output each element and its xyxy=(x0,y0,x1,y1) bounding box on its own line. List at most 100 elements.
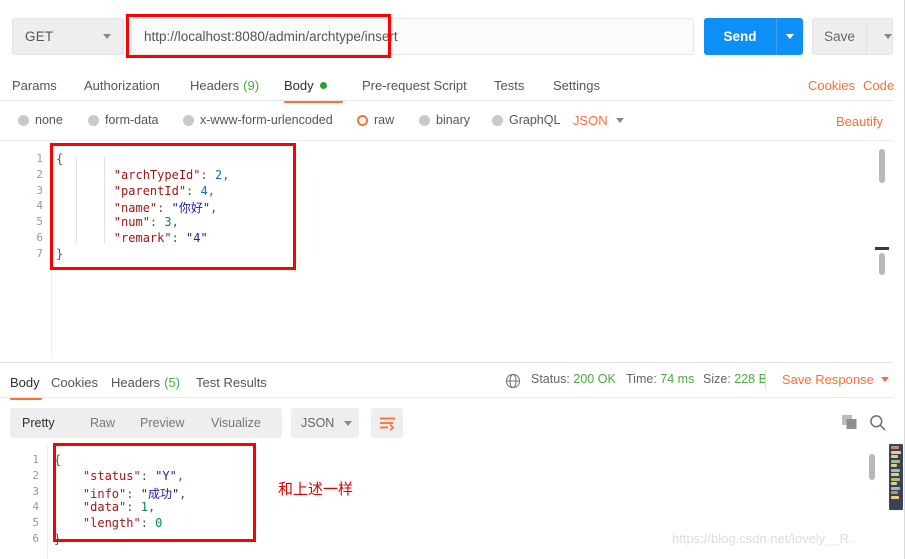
request-url-row: GET http://localhost:8080/admin/archtype… xyxy=(0,0,905,71)
request-code-area[interactable]: { "archTypeId": 2, "parentId": 4, "name"… xyxy=(56,141,893,358)
response-editor-scrollbar[interactable] xyxy=(869,454,875,480)
tab-label: Test Results xyxy=(196,374,267,390)
tab-label: Pretty xyxy=(22,416,55,430)
status-value: 200 OK xyxy=(573,372,616,386)
response-tab-body[interactable]: Body xyxy=(10,366,42,400)
raw-format-label: JSON xyxy=(573,112,608,128)
radio-selected-icon xyxy=(357,114,368,126)
annotation-note: 和上述一样 xyxy=(278,480,354,498)
body-type-row: none form-data x-www-form-urlencoded raw… xyxy=(0,105,905,135)
response-divider xyxy=(0,362,893,363)
line-number: 6 xyxy=(36,231,43,244)
size-badge: Size: 228 B xyxy=(703,372,767,386)
tab-headers[interactable]: Headers (9) xyxy=(190,69,259,101)
status-badge: Status: 200 OK xyxy=(531,372,616,386)
search-button[interactable] xyxy=(869,414,887,437)
headers-count: (9) xyxy=(243,77,260,93)
tab-settings[interactable]: Settings xyxy=(553,69,600,101)
line-number: 3 xyxy=(36,183,43,197)
editor-split-handle[interactable] xyxy=(875,247,889,250)
request-url-text: http://localhost:8080/admin/archtype/ins… xyxy=(144,29,398,44)
body-type-graphql[interactable]: GraphQL xyxy=(492,105,560,135)
globe-icon xyxy=(505,373,521,389)
tabs-divider xyxy=(0,100,893,101)
line-number: 4 xyxy=(36,199,43,213)
request-editor-scrollbar[interactable] xyxy=(879,149,885,183)
line-number: 1 xyxy=(32,453,39,466)
request-editor-scrollbar-lower[interactable] xyxy=(879,253,885,275)
copy-icon xyxy=(842,415,857,429)
response-tab-cookies[interactable]: Cookies xyxy=(51,366,98,398)
line-number: 4 xyxy=(32,500,39,514)
view-tab-raw[interactable]: Raw xyxy=(90,408,115,438)
code-line: } xyxy=(56,246,64,261)
save-options-button[interactable] xyxy=(866,18,893,55)
code-link[interactable]: Code xyxy=(863,69,894,101)
line-number: 2 xyxy=(36,167,43,181)
wrap-lines-icon xyxy=(379,417,395,431)
send-options-button[interactable] xyxy=(776,18,803,55)
line-number: 6 xyxy=(32,532,39,545)
body-type-form-data[interactable]: form-data xyxy=(88,105,159,135)
tab-pre-request-script[interactable]: Pre-request Script xyxy=(362,69,467,101)
response-minimap[interactable] xyxy=(889,444,903,510)
code-line: "archTypeId": 2, xyxy=(113,167,230,182)
tab-label: Raw xyxy=(90,416,116,430)
tab-label: Visualize xyxy=(211,416,261,430)
code-line: "remark": "4" xyxy=(113,231,208,245)
tab-label: Tests xyxy=(494,77,525,93)
wrap-lines-button[interactable] xyxy=(371,408,403,438)
body-type-label: none xyxy=(35,113,63,127)
response-format-label: JSON xyxy=(301,416,335,430)
body-type-binary[interactable]: binary xyxy=(419,105,470,135)
response-format-select[interactable]: JSON xyxy=(291,408,359,438)
tab-label: Preview xyxy=(140,416,185,430)
response-tabs: Body Cookies Headers (5) Test Results xyxy=(0,366,905,400)
view-tab-preview[interactable]: Preview xyxy=(140,408,184,438)
response-line-number-gutter: 1 2 3 4 5 6 xyxy=(0,444,48,559)
tab-label: Headers xyxy=(111,374,161,390)
code-line: { xyxy=(54,453,62,467)
tab-params[interactable]: Params xyxy=(12,69,57,101)
code-line: "data": 1, xyxy=(82,500,156,515)
request-body-editor[interactable]: 1 2 3 4 5 6 7 { "archTypeId": 2, "parentId": 4… xyxy=(0,140,893,358)
tab-authorization[interactable]: Authorization xyxy=(84,69,160,101)
code-line: "length": 0 xyxy=(82,516,163,531)
request-url-input[interactable]: http://localhost:8080/admin/archtype/ins… xyxy=(131,18,694,55)
search-icon xyxy=(870,415,886,431)
tab-tests[interactable]: Tests xyxy=(494,69,524,101)
body-type-x-www-form-urlencoded[interactable]: x-www-form-urlencoded xyxy=(183,105,333,135)
response-tabs-divider xyxy=(0,397,893,398)
size-label: Size: xyxy=(703,372,731,386)
copy-button[interactable] xyxy=(841,414,859,437)
line-number: 1 xyxy=(36,152,43,165)
response-tab-test-results[interactable]: Test Results xyxy=(196,366,267,398)
save-response-button[interactable]: Save Response xyxy=(782,372,889,387)
send-button[interactable]: Send xyxy=(704,18,776,55)
view-tab-pretty[interactable]: Pretty xyxy=(22,408,55,438)
tab-body[interactable]: Body xyxy=(284,69,343,103)
request-line-number-gutter: 1 2 3 4 5 6 7 xyxy=(0,141,52,358)
radio-icon xyxy=(88,114,99,126)
line-number: 3 xyxy=(32,484,39,498)
save-button[interactable]: Save xyxy=(812,18,866,55)
radio-icon xyxy=(18,114,29,126)
line-number: 2 xyxy=(32,468,39,482)
http-method-select[interactable]: GET xyxy=(12,18,124,55)
radio-icon xyxy=(419,114,430,126)
cookies-link[interactable]: Cookies xyxy=(808,69,855,101)
response-tab-headers[interactable]: Headers (5) xyxy=(111,366,180,398)
body-type-raw[interactable]: raw xyxy=(357,105,394,135)
beautify-link[interactable]: Beautify xyxy=(836,105,883,137)
raw-format-select[interactable]: JSON xyxy=(573,105,624,135)
indent-guide xyxy=(104,157,105,243)
code-line: "parentId": 4, xyxy=(113,183,215,198)
line-number: 7 xyxy=(36,246,43,260)
view-tab-visualize[interactable]: Visualize xyxy=(211,408,261,438)
request-tabs: Params Authorization Headers (9) Body Pr… xyxy=(0,69,905,103)
response-view-bar: Pretty Raw Preview Visualize JSON xyxy=(0,404,905,444)
chevron-down-icon xyxy=(884,34,892,39)
body-type-none[interactable]: none xyxy=(18,105,63,135)
status-label: Status: xyxy=(531,372,570,386)
tab-label: Cookies xyxy=(51,374,98,390)
